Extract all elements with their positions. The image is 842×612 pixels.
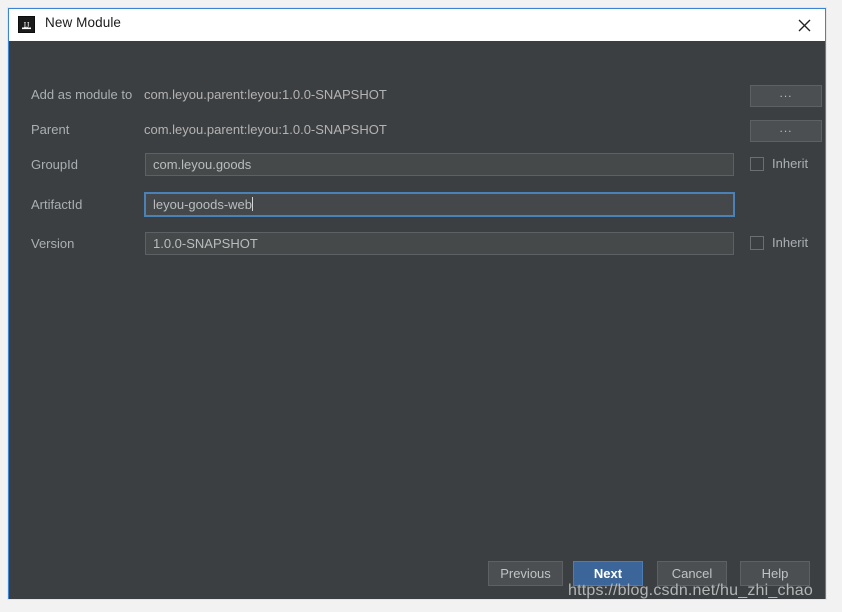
text-caret xyxy=(252,197,254,211)
groupid-input[interactable]: com.leyou.goods xyxy=(145,153,734,176)
label-add-as-module-to: Add as module to xyxy=(31,87,133,102)
browse-button-parent[interactable]: ... xyxy=(750,120,822,142)
row-add-as-module-to: Add as module to com.leyou.parent:leyou:… xyxy=(9,83,825,109)
value-add-as-module-to: com.leyou.parent:leyou:1.0.0-SNAPSHOT xyxy=(144,87,387,102)
version-input[interactable]: 1.0.0-SNAPSHOT xyxy=(145,232,734,255)
row-artifactid: ArtifactId leyou-goods-web xyxy=(9,192,825,219)
screenshot-root: IJ New Module Add as module to com.leyou… xyxy=(0,0,842,612)
row-parent: Parent com.leyou.parent:leyou:1.0.0-SNAP… xyxy=(9,118,825,144)
browse-button-add-as-module-to[interactable]: ... xyxy=(750,85,822,107)
inherit-version-checkbox[interactable] xyxy=(750,236,764,250)
dialog-title: New Module xyxy=(45,15,122,30)
intellij-idea-icon: IJ xyxy=(18,16,35,33)
watermark-url: https://blog.csdn.net/hu_zhi_chao xyxy=(568,582,813,599)
new-module-dialog: IJ New Module Add as module to com.leyou… xyxy=(8,8,826,599)
label-version: Version xyxy=(31,236,75,251)
artifactid-input[interactable]: leyou-goods-web xyxy=(144,192,735,217)
label-groupid: GroupId xyxy=(31,157,78,172)
row-version: Version 1.0.0-SNAPSHOT Inherit xyxy=(9,232,825,258)
label-artifactid: ArtifactId xyxy=(31,197,83,212)
dialog-body: Add as module to com.leyou.parent:leyou:… xyxy=(9,41,825,599)
inherit-version-label: Inherit xyxy=(772,235,809,250)
dialog-title-bar: IJ New Module xyxy=(9,9,825,41)
artifactid-input-value: leyou-goods-web xyxy=(153,197,253,212)
value-parent: com.leyou.parent:leyou:1.0.0-SNAPSHOT xyxy=(144,122,387,137)
previous-button[interactable]: Previous xyxy=(488,561,563,586)
inherit-groupid-label: Inherit xyxy=(772,156,809,171)
label-parent: Parent xyxy=(31,122,70,137)
row-groupid: GroupId com.leyou.goods Inherit xyxy=(9,153,825,179)
inherit-groupid-checkbox[interactable] xyxy=(750,157,764,171)
close-icon[interactable] xyxy=(789,13,819,37)
